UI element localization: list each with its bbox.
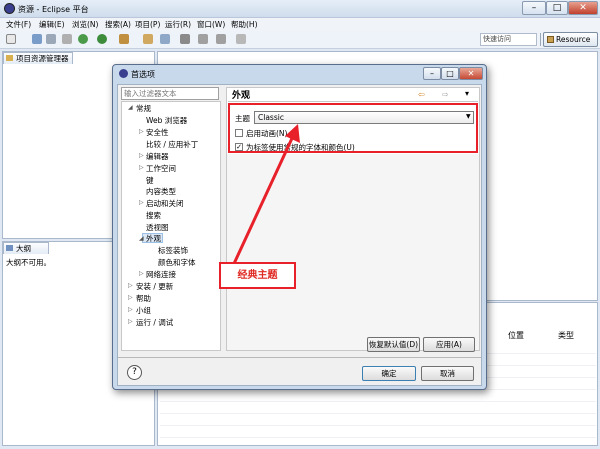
close-button[interactable]: ✕ (568, 1, 598, 15)
collapsed-arrow-icon[interactable]: ▷ (139, 152, 144, 159)
external-tools-icon[interactable] (119, 34, 129, 44)
dialog-title: 首选项 (131, 70, 155, 79)
tree-item-web-browser[interactable]: Web 浏览器 (146, 115, 187, 126)
resource-perspective-icon (547, 36, 554, 43)
minimize-button[interactable]: – (522, 1, 546, 15)
window-title: 资源 - Eclipse 平台 (18, 5, 89, 14)
menu-edit[interactable]: 编辑(E) (39, 19, 65, 30)
tree-item-help[interactable]: 帮助 (136, 293, 151, 304)
tree-item-perspectives[interactable]: 透视图 (146, 222, 169, 233)
print-icon[interactable] (62, 34, 72, 44)
eclipse-app-icon (4, 3, 15, 14)
forward-arrow-icon[interactable]: ⇨ (442, 90, 452, 99)
tree-item-content-types[interactable]: 内容类型 (146, 186, 176, 197)
collapsed-arrow-icon[interactable]: ▷ (139, 270, 144, 277)
tab-project-explorer[interactable]: 项目资源管理器 (3, 52, 73, 64)
tree-item-workspace[interactable]: 工作空间 (146, 163, 176, 174)
tree-item-team[interactable]: 小组 (136, 305, 151, 316)
page-title: 外观 (232, 91, 251, 101)
dialog-close-button[interactable]: ✕ (459, 67, 483, 80)
outline-icon (6, 245, 13, 251)
tree-item-keys[interactable]: 键 (146, 175, 154, 186)
outline-message: 大纲不可用。 (6, 258, 51, 267)
back-arrow-icon[interactable]: ⇦ (418, 90, 428, 99)
eclipse-dialog-icon (119, 69, 128, 78)
save-all-icon[interactable] (46, 34, 56, 44)
window-title-bar (0, 0, 600, 18)
search-icon[interactable] (160, 34, 170, 44)
collapsed-arrow-icon[interactable]: ▷ (139, 128, 144, 135)
collapsed-arrow-icon[interactable]: ▷ (139, 199, 144, 206)
tree-item-appearance[interactable]: 外观 (146, 233, 161, 244)
preference-page-empty-area (227, 154, 479, 350)
tree-item-editors[interactable]: 编辑器 (146, 151, 169, 162)
page-title-divider (228, 101, 478, 102)
filter-input[interactable] (121, 87, 219, 100)
new-icon[interactable] (6, 34, 16, 44)
tree-item-colors-fonts[interactable]: 颜色和字体 (158, 257, 196, 268)
menu-file[interactable]: 文件(F) (6, 19, 31, 30)
column-header-type[interactable]: 类型 (558, 330, 574, 341)
tree-item-general[interactable]: 常规 (136, 103, 151, 114)
dialog-button-divider (118, 357, 481, 358)
tree-item-network[interactable]: 网络连接 (146, 269, 176, 280)
tree-item-compare-patch[interactable]: 比较 / 应用补丁 (146, 139, 198, 150)
tree-item-search[interactable]: 搜索 (146, 210, 161, 221)
run-icon[interactable] (97, 34, 107, 44)
column-header-location[interactable]: 位置 (508, 330, 524, 341)
expanded-arrow-icon[interactable]: ◢ (139, 235, 144, 242)
apply-button[interactable]: 应用(A) (423, 337, 475, 352)
menu-navigate[interactable]: 浏览(N) (72, 19, 98, 30)
help-icon[interactable]: ? (127, 365, 142, 380)
menu-window[interactable]: 窗口(W) (197, 19, 225, 30)
tree-item-startup-shutdown[interactable]: 启动和关闭 (146, 198, 184, 209)
ok-button[interactable]: 确定 (362, 366, 416, 381)
tree-item-label-decorations[interactable]: 标签装饰 (158, 245, 188, 256)
back-icon[interactable] (198, 34, 208, 44)
menu-help[interactable]: 帮助(H) (231, 19, 258, 30)
menu-bar: 文件(F) 编辑(E) 浏览(N) 搜索(A) 项目(P) 运行(R) 窗口(W… (0, 18, 600, 31)
view-menu-icon[interactable]: ▾ (465, 89, 469, 98)
forward-icon[interactable] (216, 34, 226, 44)
collapsed-arrow-icon[interactable]: ▷ (128, 306, 133, 313)
menu-search[interactable]: 搜索(A) (105, 19, 131, 30)
perspective-divider (540, 33, 541, 46)
annotation-nav-icon[interactable] (180, 34, 190, 44)
dialog-minimize-button[interactable]: – (423, 67, 441, 80)
folder-icon (6, 55, 13, 61)
dialog-maximize-button[interactable]: □ (441, 67, 459, 80)
collapsed-arrow-icon[interactable]: ▷ (128, 318, 133, 325)
pin-icon[interactable] (236, 34, 246, 44)
quick-access-input[interactable]: 快速访问 (480, 33, 537, 46)
collapsed-arrow-icon[interactable]: ▷ (139, 164, 144, 171)
restore-defaults-button[interactable]: 恢复默认值(D) (367, 337, 420, 352)
open-type-icon[interactable] (143, 34, 153, 44)
debug-icon[interactable] (78, 34, 88, 44)
expanded-arrow-icon[interactable]: ◢ (128, 104, 133, 111)
collapsed-arrow-icon[interactable]: ▷ (128, 294, 133, 301)
menu-project[interactable]: 项目(P) (135, 19, 160, 30)
save-icon[interactable] (32, 34, 42, 44)
tree-item-security[interactable]: 安全性 (146, 127, 169, 138)
highlight-box (228, 103, 478, 153)
maximize-button[interactable]: □ (546, 1, 568, 15)
cancel-button[interactable]: 取消 (421, 366, 474, 381)
tree-item-install-update[interactable]: 安装 / 更新 (136, 281, 173, 292)
annotation-callout: 经典主题 (219, 262, 296, 289)
menu-run[interactable]: 运行(R) (165, 19, 191, 30)
tree-item-run-debug[interactable]: 运行 / 调试 (136, 317, 173, 328)
collapsed-arrow-icon[interactable]: ▷ (128, 282, 133, 289)
